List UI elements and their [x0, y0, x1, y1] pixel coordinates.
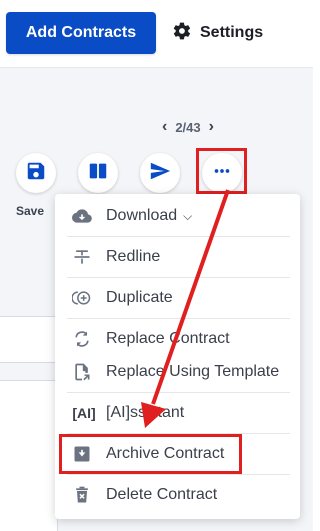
chevron-left-icon[interactable]: ‹: [162, 119, 167, 135]
trash-icon: [69, 484, 95, 506]
menu-item-label: Replace Contract: [106, 330, 230, 347]
split-view-button[interactable]: [78, 153, 118, 193]
chevron-down-icon: ⌵: [183, 208, 193, 223]
save-label: Save: [16, 204, 45, 218]
menu-divider: [67, 474, 290, 475]
template-replace-icon: [69, 361, 95, 383]
menu-item-label: Redline: [106, 248, 161, 265]
menu-item-label: [AI]ssistant: [106, 404, 185, 421]
menu-item-label: Duplicate: [106, 289, 173, 306]
pager: ‹ 2/43 ›: [162, 116, 214, 138]
gear-icon: [172, 21, 192, 46]
menu-divider: [67, 318, 290, 319]
menu-item-label: Delete Contract: [106, 486, 218, 503]
more-button-highlight: [196, 148, 247, 194]
menu-item-label: Replace Using Template: [106, 363, 280, 380]
menu-item-replace-using-template[interactable]: Replace Using Template: [55, 355, 300, 389]
save-icon: [25, 160, 47, 187]
replace-icon: [69, 328, 95, 350]
menu-item-duplicate[interactable]: Duplicate: [55, 281, 300, 315]
menu-item-replace-contract[interactable]: Replace Contract: [55, 322, 300, 356]
chevron-right-icon[interactable]: ›: [209, 119, 214, 135]
menu-divider: [67, 277, 290, 278]
document-panel: [0, 380, 58, 531]
menu-item-redline[interactable]: Redline: [55, 240, 300, 274]
split-view-icon: [87, 160, 109, 187]
send-button[interactable]: [140, 153, 180, 193]
menu-item-download[interactable]: Download ⌵: [55, 199, 300, 233]
pager-text: 2/43: [175, 119, 201, 135]
duplicate-icon: [69, 287, 95, 309]
send-icon: [149, 160, 171, 187]
menu-item-delete-contract[interactable]: Delete Contract: [55, 478, 300, 512]
menu-divider: [67, 392, 290, 393]
save-button[interactable]: [16, 153, 56, 193]
strikethrough-icon: [69, 246, 95, 268]
add-contracts-button[interactable]: Add Contracts: [6, 12, 156, 54]
menu-divider: [67, 236, 290, 237]
menu-item-label: Download: [106, 207, 178, 224]
cloud-download-icon: [69, 205, 95, 227]
menu-item-ai-assistant[interactable]: [AI] [AI]ssistant: [55, 396, 300, 430]
settings-button[interactable]: Settings: [172, 18, 263, 48]
archive-contract-highlight: [59, 434, 242, 474]
ai-icon: [AI]: [72, 405, 96, 421]
side-panel: [0, 316, 56, 363]
settings-label: Settings: [200, 24, 264, 41]
